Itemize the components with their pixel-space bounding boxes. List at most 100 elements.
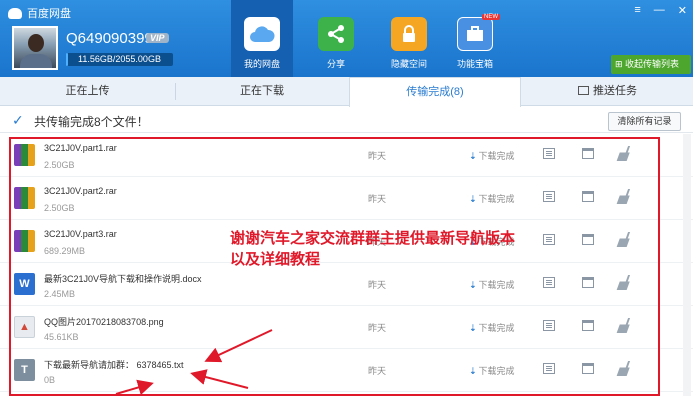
download-arrow-icon: ⇣: [469, 194, 477, 204]
image-icon: ▲: [14, 316, 35, 338]
nav-label-share: 分享: [326, 59, 345, 69]
open-folder-icon[interactable]: [582, 277, 594, 288]
username[interactable]: Q649090399: [66, 30, 153, 47]
push-task-icon: [578, 86, 589, 95]
nav-tab-toolbox[interactable]: NEW 功能宝箱: [444, 0, 506, 77]
file-size: 2.45MB: [44, 289, 76, 299]
toolbox-icon: [457, 17, 493, 51]
share-icon: [318, 17, 354, 51]
app-title-text: 百度网盘: [27, 8, 71, 20]
menu-icon[interactable]: ≡: [634, 4, 640, 17]
file-date: 昨天: [368, 323, 387, 333]
archive-icon: [14, 187, 35, 209]
tab-push-tasks-label: 推送任务: [593, 85, 637, 97]
open-folder-icon[interactable]: [582, 320, 594, 331]
tab-downloading[interactable]: 正在下载: [176, 77, 348, 106]
list-scrollbar[interactable]: [683, 134, 691, 396]
annotation-line-2: 以及详细教程: [230, 250, 321, 268]
clear-record-icon[interactable]: [616, 191, 632, 204]
download-status: ⇣ 下载完成: [469, 192, 515, 205]
file-date: 昨天: [368, 194, 387, 204]
file-row[interactable]: ▲ QQ图片20170218083708.png 45.61KB 昨天 ⇣ 下载完成: [0, 306, 693, 349]
open-folder-icon[interactable]: [582, 363, 594, 374]
open-folder-icon[interactable]: [582, 234, 594, 245]
clear-record-icon[interactable]: [616, 234, 632, 247]
file-size: 0B: [44, 375, 56, 385]
annotation-text: 谢谢汽车之家交流群群主提供最新导航版本 以及详细教程: [230, 228, 550, 270]
new-badge: NEW: [482, 14, 500, 20]
storage-quota-text: 11.56GB/2055.00GB: [78, 54, 161, 64]
app-title: 百度网盘: [8, 5, 71, 21]
file-name[interactable]: 最新3C21J0V导航下载和操作说明.docx: [44, 272, 202, 285]
nav-tab-share[interactable]: 分享: [305, 0, 367, 77]
tab-push-tasks[interactable]: 推送任务: [522, 77, 693, 106]
download-arrow-icon: ⇣: [469, 280, 477, 290]
storage-quota-fill: [66, 53, 68, 66]
file-row[interactable]: 3C21J0V.part1.rar 2.50GB 昨天 ⇣ 下载完成: [0, 134, 693, 177]
transfer-tabs: 正在上传 正在下载 传输完成(8) 推送任务: [0, 77, 693, 107]
open-folder-icon[interactable]: [582, 191, 594, 202]
file-date: 昨天: [368, 280, 387, 290]
vip-badge[interactable]: VIP: [146, 33, 169, 43]
baidu-cloud-logo-icon: [8, 7, 22, 19]
file-row[interactable]: T 下载最新导航请加群： 6378465.txt 0B 昨天 ⇣ 下载完成: [0, 349, 693, 392]
cloud-icon: [244, 17, 280, 51]
file-row[interactable]: 3C21J0V.part2.rar 2.50GB 昨天 ⇣ 下载完成: [0, 177, 693, 220]
download-status-text: 下载完成: [478, 194, 515, 204]
file-name[interactable]: 3C21J0V.part3.rar: [44, 229, 117, 239]
file-details-icon[interactable]: [543, 363, 555, 374]
file-name[interactable]: 下载最新导航请加群： 6378465.txt: [44, 358, 184, 371]
download-status-text: 下载完成: [478, 280, 515, 290]
download-status: ⇣ 下载完成: [469, 364, 515, 377]
clear-record-icon[interactable]: [616, 320, 632, 333]
clear-record-icon[interactable]: [616, 148, 632, 161]
summary-bar: ✓ 共传输完成8个文件！ 清除所有记录: [0, 106, 693, 133]
minimize-icon[interactable]: —: [654, 4, 665, 17]
download-status-text: 下载完成: [478, 151, 515, 161]
file-details-icon[interactable]: [543, 191, 555, 202]
word-doc-icon: W: [14, 273, 35, 295]
file-name[interactable]: QQ图片20170218083708.png: [44, 315, 164, 328]
nav-tab-hidden-space[interactable]: 隐藏空间: [378, 0, 440, 77]
clear-record-icon[interactable]: [616, 363, 632, 376]
file-name[interactable]: 3C21J0V.part1.rar: [44, 143, 117, 153]
tab-uploading[interactable]: 正在上传: [0, 77, 175, 106]
download-arrow-icon: ⇣: [469, 151, 477, 161]
storage-quota-bar: 11.56GB/2055.00GB: [66, 53, 173, 66]
file-date: 昨天: [368, 366, 387, 376]
tab-completed[interactable]: 传输完成(8): [349, 77, 521, 107]
collapse-icon: ⊞: [615, 59, 626, 69]
window-controls: ≡ — ✕: [634, 4, 687, 17]
collapse-label: 收起传输列表: [625, 59, 680, 69]
file-size: 45.61KB: [44, 332, 79, 342]
download-arrow-icon: ⇣: [469, 323, 477, 333]
lock-icon: [391, 17, 427, 51]
check-icon: ✓: [12, 112, 24, 128]
nav-label-hidden-space: 隐藏空间: [390, 59, 427, 69]
nav-tab-my-disk[interactable]: 我的网盘: [231, 0, 293, 77]
file-name[interactable]: 3C21J0V.part2.rar: [44, 186, 117, 196]
nav-label-toolbox: 功能宝箱: [456, 59, 493, 69]
download-status-text: 下载完成: [478, 323, 515, 333]
close-icon[interactable]: ✕: [678, 4, 687, 17]
summary-text: 共传输完成8个文件！: [34, 115, 149, 129]
file-size: 2.50GB: [44, 203, 75, 213]
download-status-text: 下载完成: [478, 366, 515, 376]
file-date: 昨天: [368, 151, 387, 161]
header-bar: 百度网盘 Q649090399 VIP 11.56GB/2055.00GB 我的…: [0, 0, 693, 77]
download-arrow-icon: ⇣: [469, 366, 477, 376]
archive-icon: [14, 230, 35, 252]
file-size: 2.50GB: [44, 160, 75, 170]
clear-records-button[interactable]: 清除所有记录: [608, 112, 681, 131]
download-status: ⇣ 下载完成: [469, 278, 515, 291]
file-details-icon[interactable]: [543, 277, 555, 288]
open-folder-icon[interactable]: [582, 148, 594, 159]
annotation-line-1: 谢谢汽车之家交流群群主提供最新导航版本: [230, 229, 516, 247]
download-status: ⇣ 下载完成: [469, 149, 515, 162]
collapse-transfer-list-button[interactable]: ⊞ 收起传输列表: [611, 55, 691, 74]
clear-record-icon[interactable]: [616, 277, 632, 290]
avatar[interactable]: [12, 26, 58, 70]
file-details-icon[interactable]: [543, 320, 555, 331]
download-status: ⇣ 下载完成: [469, 321, 515, 334]
file-details-icon[interactable]: [543, 148, 555, 159]
